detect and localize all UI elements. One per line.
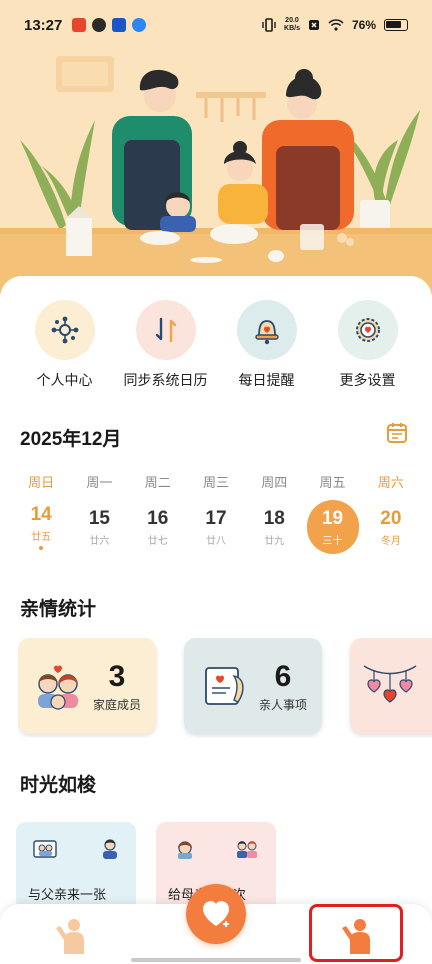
lunar-date: 廿九 xyxy=(264,535,285,547)
battery-percent: 76% xyxy=(351,18,376,32)
weekday-label: 周二 xyxy=(144,475,171,490)
weekday-label: 周一 xyxy=(86,475,113,490)
date-cell[interactable]: 14 廿五 xyxy=(15,500,67,554)
nav-family-tab[interactable] xyxy=(48,912,96,960)
wifi-icon xyxy=(328,19,344,31)
date-number: 18 xyxy=(263,507,285,529)
network-speed: 20.0 KB/s xyxy=(284,17,300,33)
calendar-icon[interactable] xyxy=(385,421,409,445)
status-time: 13:27 xyxy=(24,16,63,34)
weekday-label: 周六 xyxy=(377,475,404,490)
notification-app-icon xyxy=(92,18,107,32)
feature-label: 同步系统日历 xyxy=(123,372,208,388)
couple-icon xyxy=(237,841,257,858)
vibrate-icon xyxy=(262,18,276,32)
feature-label: 更多设置 xyxy=(339,372,396,388)
feature-more-settings[interactable]: 更多设置 xyxy=(320,300,416,390)
feature-label: 个人中心 xyxy=(36,372,93,388)
date-cell[interactable]: 16 廿七 xyxy=(132,500,184,554)
weekday-label: 周五 xyxy=(319,475,346,490)
lunar-date: 廿七 xyxy=(147,535,168,547)
date-cell[interactable]: 17 廿八 xyxy=(190,500,242,554)
today-dot xyxy=(39,546,44,550)
weekday-label: 周日 xyxy=(28,475,55,490)
date-number: 20 xyxy=(380,507,402,529)
stat-label: 家庭成员 xyxy=(92,697,141,712)
day-column[interactable]: 周日 14 廿五 xyxy=(12,472,70,554)
date-cell[interactable]: 15 廿六 xyxy=(73,500,125,554)
stats-carousel[interactable]: 3 家庭成员 6 亲人事项 xyxy=(18,638,432,738)
home-indicator xyxy=(131,958,301,962)
feature-daily-reminder[interactable]: 每日提醒 xyxy=(219,300,315,390)
date-number: 14 xyxy=(30,504,52,525)
date-cell[interactable]: 18 廿九 xyxy=(248,500,300,554)
letter-quill-icon xyxy=(205,667,244,705)
notification-app-icon xyxy=(72,18,87,32)
week-strip: 周日 14 廿五 周一 15 廿六 周二 16 廿七 周三 17 廿八 周四 1… xyxy=(12,472,420,554)
stat-card-family-events[interactable]: 6 亲人事项 xyxy=(184,638,322,734)
stat-card-family-members[interactable]: 3 家庭成员 xyxy=(18,638,156,734)
feature-row: 个人中心 同步系统日历 每日提醒 更多设置 xyxy=(0,300,432,390)
add-heart-button[interactable] xyxy=(186,884,246,944)
date-number: 16 xyxy=(147,507,169,529)
date-number: 15 xyxy=(88,507,110,529)
family-members-icon xyxy=(38,665,78,710)
day-column[interactable]: 周六 20 冬月 xyxy=(362,472,420,554)
day-column[interactable]: 周一 15 廿六 xyxy=(70,472,128,554)
no-sim-icon xyxy=(308,20,319,30)
weekday-label: 周四 xyxy=(261,475,288,490)
notification-app-icon xyxy=(132,18,147,32)
stat-value: 3 xyxy=(108,659,126,693)
date-cell-selected[interactable]: 19 三十 xyxy=(306,500,359,554)
person-wave-icon xyxy=(56,919,84,954)
time-section-title: 时光如梭 xyxy=(20,775,97,796)
notification-app-icon xyxy=(112,18,127,32)
photo-icon xyxy=(33,840,57,858)
date-cell[interactable]: 20 冬月 xyxy=(365,500,417,554)
network-speed-value: 20.0 xyxy=(285,17,299,24)
date-number: 17 xyxy=(205,507,227,529)
settings-gear-icon xyxy=(337,300,398,360)
feature-personal-center[interactable]: 个人中心 xyxy=(17,300,113,390)
stat-value: 6 xyxy=(274,659,292,693)
hanging-hearts-icon xyxy=(363,665,417,703)
lunar-date: 冬月 xyxy=(380,535,401,547)
status-bar: 13:27 20.0 KB/s 76% xyxy=(0,0,432,50)
bell-icon xyxy=(236,300,297,360)
lunar-date: 廿六 xyxy=(89,535,110,547)
date-number: 19 xyxy=(321,507,344,529)
feature-sync-calendar[interactable]: 同步系统日历 xyxy=(118,300,214,390)
battery-icon xyxy=(384,19,408,31)
lunar-date: 廿五 xyxy=(31,532,52,543)
lunar-date: 廿八 xyxy=(205,535,226,547)
mother-hair-icon xyxy=(178,841,192,859)
feature-label: 每日提醒 xyxy=(238,372,295,388)
stats-section-title: 亲情统计 xyxy=(20,599,97,620)
network-icon xyxy=(34,300,95,360)
sync-icon xyxy=(135,300,196,360)
day-column[interactable]: 周四 18 廿九 xyxy=(245,472,303,554)
day-column[interactable]: 周五 19 三十 xyxy=(303,472,361,554)
stat-label: 亲人事项 xyxy=(258,697,307,712)
calendar-month-title: 2025年12月 xyxy=(20,429,122,450)
lunar-date: 三十 xyxy=(322,535,343,547)
day-column[interactable]: 周三 17 廿八 xyxy=(187,472,245,554)
highlight-box xyxy=(309,904,403,962)
weekday-label: 周三 xyxy=(202,475,229,490)
father-icon xyxy=(103,839,117,859)
day-column[interactable]: 周二 16 廿七 xyxy=(129,472,187,554)
stat-card-partial[interactable] xyxy=(350,638,432,734)
time-card-text: 与父亲来一张 xyxy=(28,887,107,902)
network-speed-unit: KB/s xyxy=(284,25,300,32)
heart-plus-icon xyxy=(203,901,229,927)
